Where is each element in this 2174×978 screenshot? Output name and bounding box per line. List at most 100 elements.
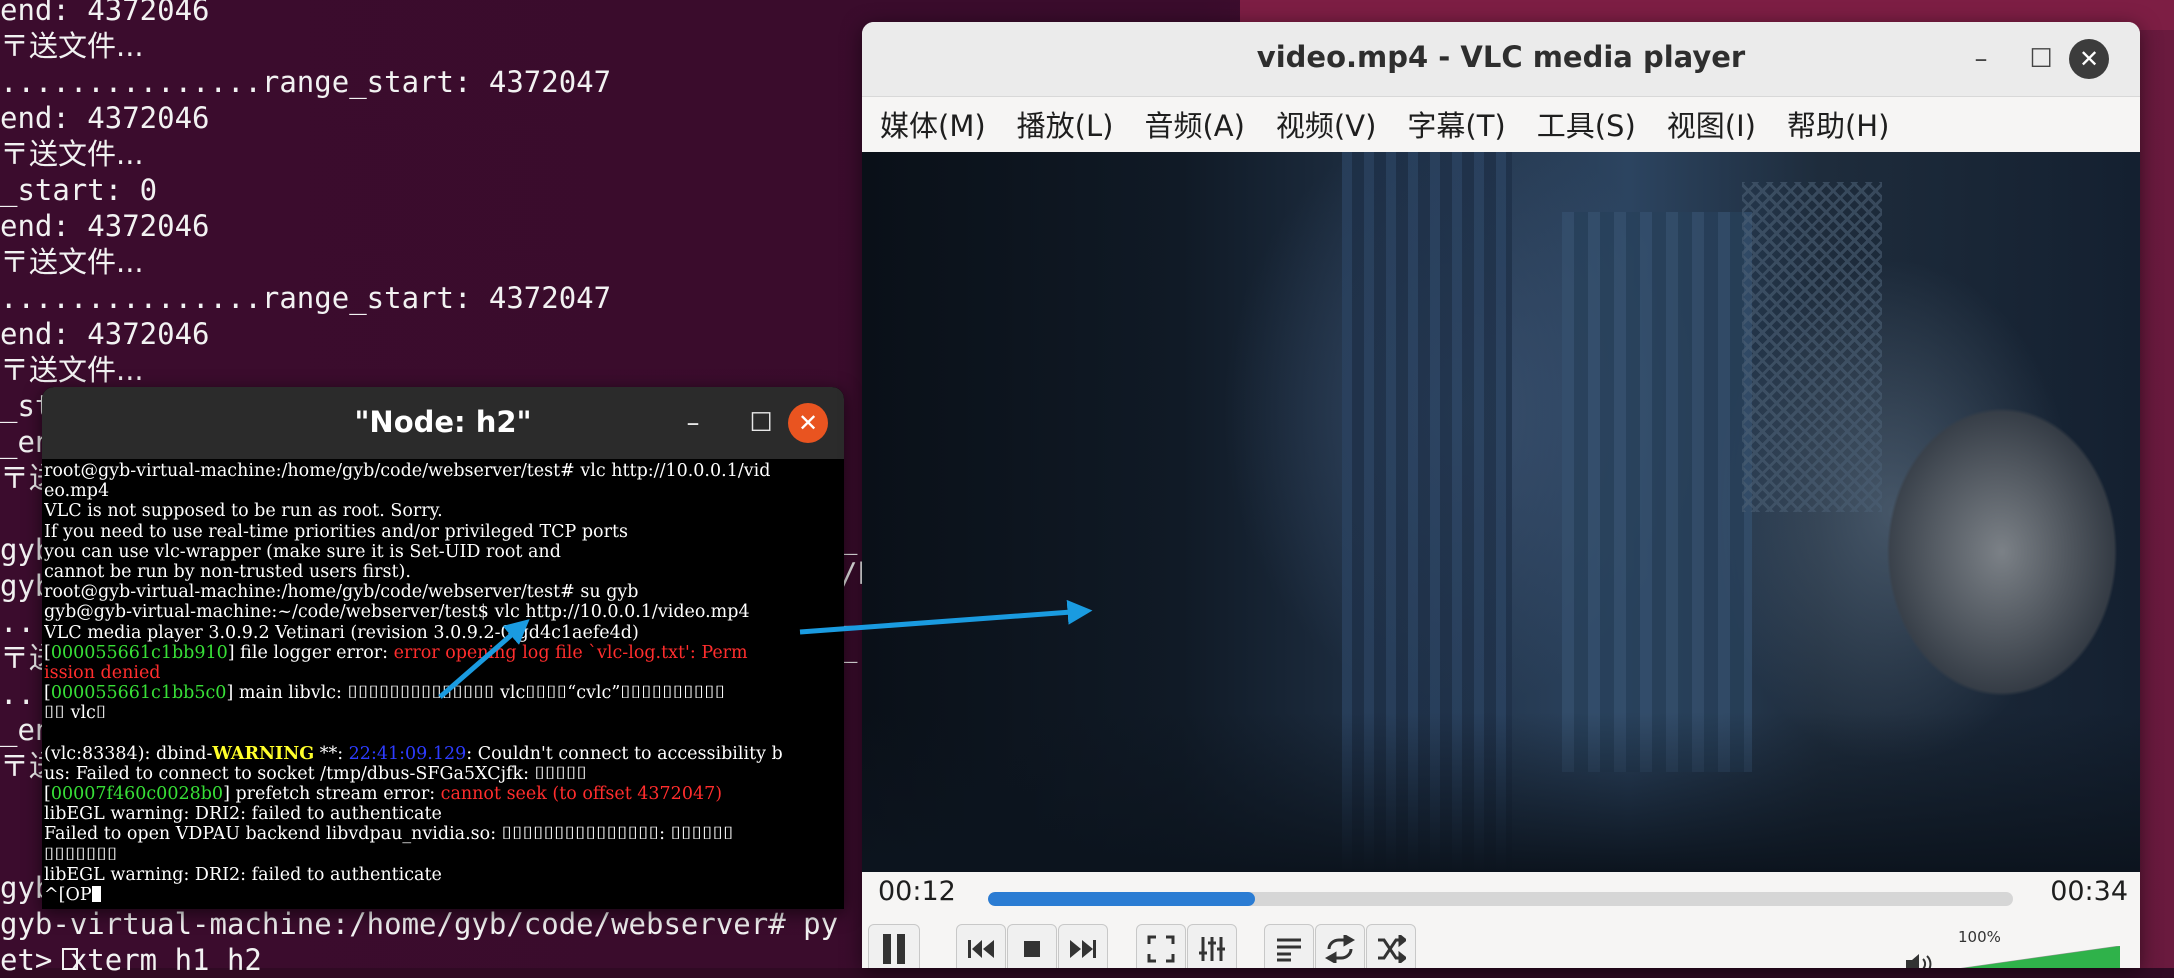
terminal-line: 〒送文件... (0, 353, 144, 387)
next-button[interactable] (1058, 924, 1108, 968)
terminal-line: end: 4372046 (0, 209, 210, 243)
xterm-text-segment: us: Failed to connect to socket /tmp/dbu… (44, 763, 588, 784)
xterm-line: If you need to use real-time priorities … (44, 522, 844, 542)
xterm-text-segment: error opening log file `vlc-log.txt': Pe… (393, 642, 748, 663)
xterm-text-segment: If you need to use real-time priorities … (44, 521, 628, 542)
vlc-titlebar[interactable]: video.mp4 - VLC media player – ☐ ✕ (862, 22, 2140, 97)
xterm-text-segment: cannot be run by non-trusted users first… (44, 561, 411, 582)
stop-icon (1024, 941, 1040, 957)
xterm-text-segment: ission denied (44, 662, 161, 683)
xterm-text-segment: : Couldn't connect to accessibility b (466, 743, 783, 764)
video-scene-shutter (1562, 212, 1752, 772)
seek-bar[interactable] (988, 892, 2013, 906)
xterm-text-segment: ] file logger error: (227, 642, 394, 663)
terminal-line: _start: 0 (0, 173, 158, 207)
previous-icon (968, 940, 994, 958)
xterm-line: VLC is not supposed to be run as root. S… (44, 501, 844, 521)
xterm-line: [00007f460c0028b0] prefetch stream error… (44, 784, 844, 804)
time-elapsed[interactable]: 00:12 (878, 876, 956, 907)
xterm-text-segment: VLC media player 3.0.9.2 Vetinari (revis… (44, 622, 639, 643)
menu-tools[interactable]: 工具(S) (1537, 103, 1636, 145)
xterm-text-segment: you can use vlc-wrapper (make sure it is… (44, 541, 561, 562)
xterm-line: libEGL warning: DRI2: failed to authenti… (44, 804, 844, 824)
maximize-button[interactable]: ☐ (2019, 37, 2063, 81)
shuffle-button[interactable] (1366, 924, 1416, 968)
xterm-text-segment: cannot seek (to offset 4372047) (440, 784, 723, 804)
xterm-line: you can use vlc-wrapper (make sure it is… (44, 542, 844, 562)
xterm-line: ⌷⌷ vlc⌷ (44, 703, 844, 723)
vlc-controls: 00:12 00:34 100% (862, 872, 2140, 968)
volume-slider[interactable] (1950, 946, 2120, 968)
xterm-line: [000055661c1bb5c0] main libvlc: ⌷⌷⌷⌷⌷⌷⌷⌷… (44, 683, 844, 703)
terminal-line: gyb-virtual-machine:/home/gyb/code/webse… (0, 907, 839, 941)
terminal-cursor (91, 885, 101, 902)
volume-icon[interactable] (1904, 952, 1940, 968)
xterm-text-segment: root@gyb-virtual-machine:/home/gyb/code/… (44, 582, 639, 603)
xterm-line: Failed to open VDPAU backend libvdpau_nv… (44, 824, 844, 844)
fullscreen-icon (1147, 935, 1175, 963)
extended-settings-button[interactable] (1187, 924, 1237, 968)
xterm-text-segment: ⌷⌷ vlc⌷ (44, 703, 107, 724)
playlist-button[interactable] (1264, 924, 1314, 968)
xterm-text-segment: 22:41:09.129 (348, 743, 467, 764)
xterm-line: root@gyb-virtual-machine:/home/gyb/code/… (44, 461, 844, 481)
xterm-text-segment: root@gyb-virtual-machine:/home/gyb/code/… (44, 461, 771, 481)
xterm-line: ⌷⌷⌷⌷⌷⌷⌷ (44, 845, 844, 865)
xterm-line: root@gyb-virtual-machine:/home/gyb/code/… (44, 582, 844, 602)
xterm-line: ission denied (44, 663, 844, 683)
xterm-text-segment: ^[OP (44, 884, 92, 905)
menu-help[interactable]: 帮助(H) (1787, 103, 1889, 145)
minimize-button[interactable]: – (1959, 37, 2003, 81)
menu-audio[interactable]: 音频(A) (1144, 103, 1244, 145)
menu-media[interactable]: 媒体(M) (880, 103, 986, 145)
xterm-text-segment: Failed to open VDPAU backend libvdpau_nv… (44, 824, 734, 845)
xterm-text-segment: gyb@gyb-virtual-machine:~/code/webserver… (44, 602, 750, 623)
close-button[interactable]: ✕ (788, 403, 828, 443)
terminal-line: end: 4372046 (0, 0, 210, 27)
loop-button[interactable] (1315, 924, 1365, 968)
time-total[interactable]: 00:34 (2050, 876, 2128, 907)
menu-view[interactable]: 视图(I) (1667, 103, 1756, 145)
terminal-line: 〒送文件... (0, 137, 144, 171)
xterm-title: "Node: h2" (354, 405, 532, 439)
vlc-menubar: 媒体(M) 播放(L) 音频(A) 视频(V) 字幕(T) 工具(S) 视图(I… (862, 97, 2140, 151)
terminal-line: 〒送文件... (0, 29, 144, 63)
xterm-titlebar[interactable]: "Node: h2" – ☐ ✕ (42, 387, 844, 459)
shuffle-icon (1378, 935, 1406, 963)
xterm-text-segment: 000055661c1bb5c0 (50, 683, 227, 704)
xterm-text-segment: ⌷⌷⌷⌷⌷⌷⌷ (44, 844, 118, 865)
terminal-line: ...............range_start: 4372047 (0, 65, 612, 99)
menu-playback[interactable]: 播放(L) (1017, 103, 1114, 145)
loop-icon (1325, 935, 1355, 963)
xterm-line: eo.mp4 (44, 481, 844, 501)
close-button[interactable]: ✕ (2069, 39, 2109, 79)
previous-button[interactable] (956, 924, 1006, 968)
xterm-text-segment: 000055661c1bb910 (50, 642, 228, 663)
terminal-line: end: 4372046 (0, 317, 210, 351)
menu-video[interactable]: 视频(V) (1276, 103, 1376, 145)
maximize-button[interactable]: ☐ (739, 401, 783, 445)
xterm-text-segment: [ (44, 683, 51, 704)
xterm-text-segment: (vlc:83384): dbind- (44, 743, 213, 764)
terminal-line: end: 4372046 (0, 101, 210, 135)
terminal-cursor (62, 948, 78, 970)
minimize-button[interactable]: – (671, 401, 715, 445)
fullscreen-button[interactable] (1136, 924, 1186, 968)
pause-button[interactable] (868, 924, 920, 968)
xterm-terminal-output[interactable]: root@gyb-virtual-machine:/home/gyb/code/… (44, 461, 844, 907)
xterm-line: VLC media player 3.0.9.2 Vetinari (revis… (44, 623, 844, 643)
volume-label: 100% (1958, 928, 2001, 946)
menu-subtitle[interactable]: 字幕(T) (1407, 103, 1505, 145)
xterm-text-segment: ] main libvlc: ⌷⌷⌷⌷⌷⌷⌷⌷⌷⌷⌷⌷⌷⌷ vlc⌷⌷⌷⌷“cv… (226, 683, 726, 704)
vlc-window[interactable]: video.mp4 - VLC media player – ☐ ✕ 媒体(M)… (862, 22, 2140, 968)
xterm-window[interactable]: "Node: h2" – ☐ ✕ root@gyb-virtual-machin… (42, 387, 844, 909)
xterm-text-segment: ] prefetch stream error: (223, 784, 441, 804)
stop-button[interactable] (1007, 924, 1057, 968)
next-icon (1070, 940, 1096, 958)
xterm-line: libEGL warning: DRI2: failed to authenti… (44, 865, 844, 885)
video-frame[interactable] (862, 152, 2140, 872)
xterm-line: gyb@gyb-virtual-machine:~/code/webserver… (44, 602, 844, 622)
xterm-text-segment: [ (44, 642, 51, 663)
pause-icon (883, 934, 905, 964)
xterm-line (44, 723, 844, 743)
